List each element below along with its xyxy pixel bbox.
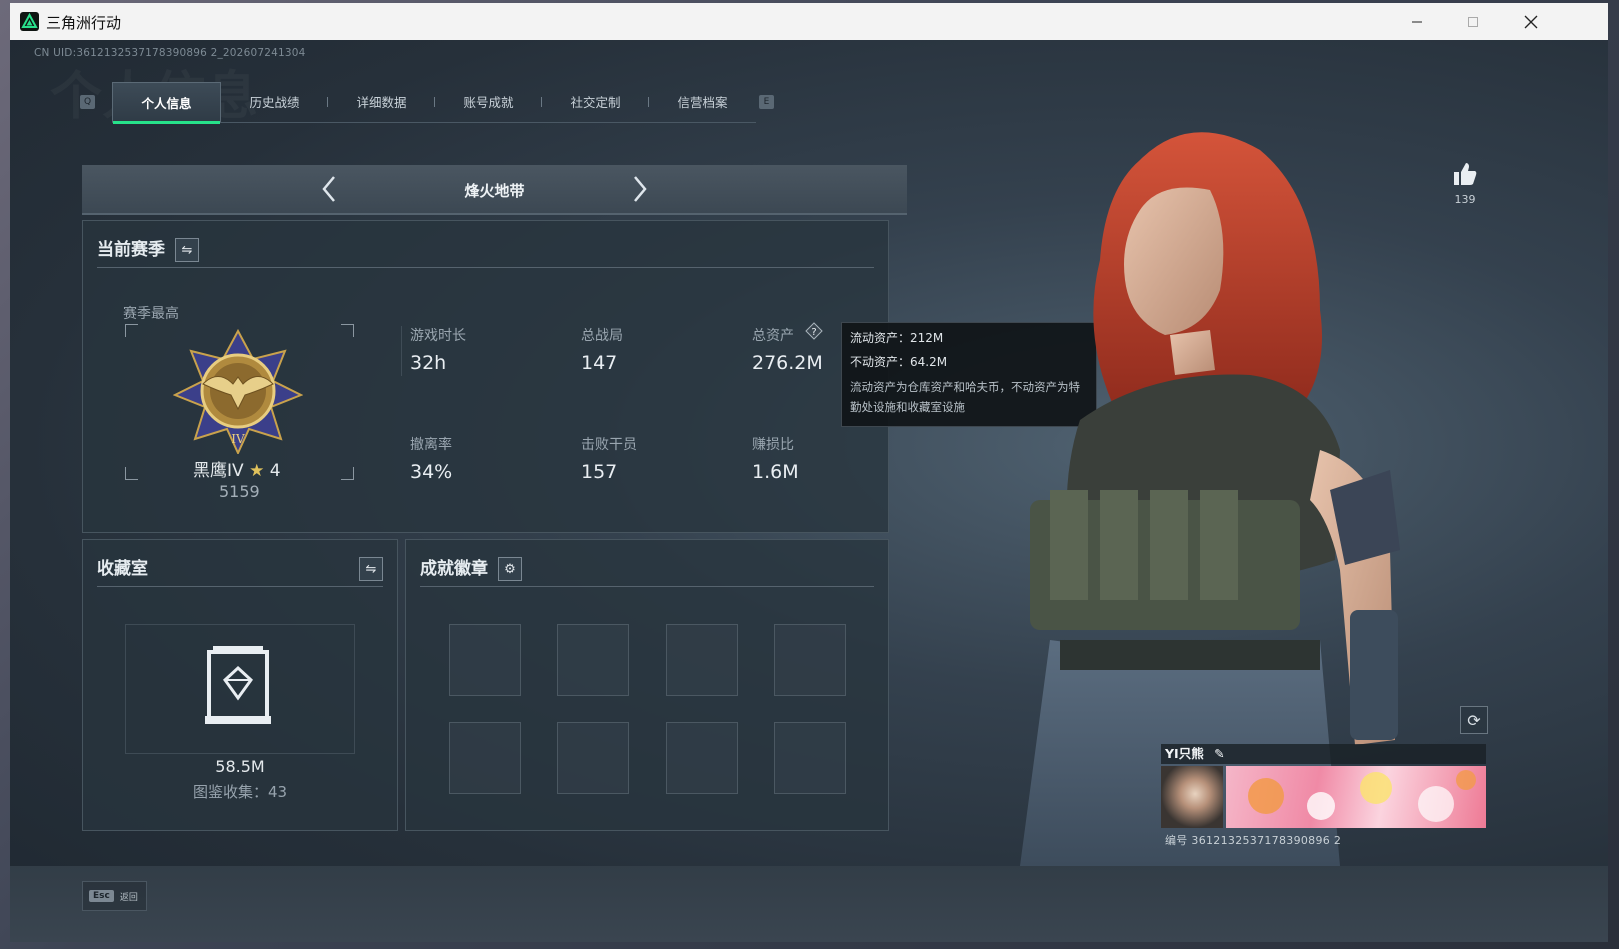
star-icon: ★ xyxy=(249,461,265,481)
tab-personal-info[interactable]: 个人信息 xyxy=(112,82,221,124)
stat-value-assets: 276.2M xyxy=(752,352,823,374)
next-mode-button[interactable] xyxy=(625,173,655,205)
tab-achievements[interactable]: 账号成就 xyxy=(435,82,542,121)
rank-emblem-icon: IV xyxy=(172,328,304,456)
tab-label: 个人信息 xyxy=(141,96,192,111)
badges-panel: 成就徽章 ⚙ xyxy=(405,539,889,831)
rotate-icon[interactable]: ⟳ xyxy=(1460,706,1488,734)
divider xyxy=(420,586,874,587)
close-button[interactable] xyxy=(1508,3,1554,40)
maximize-button[interactable] xyxy=(1450,3,1496,40)
mode-title: 烽火地带 xyxy=(464,182,525,200)
svg-text:IV: IV xyxy=(231,432,245,446)
badge-slot[interactable] xyxy=(449,624,521,696)
tab-label: 账号成就 xyxy=(463,95,514,110)
edit-icon[interactable]: ✎ xyxy=(1214,746,1224,761)
season-title: 当前赛季 xyxy=(97,240,165,260)
badge-slot[interactable] xyxy=(666,722,738,794)
tab-archive[interactable]: 信营档案 xyxy=(649,82,756,121)
profile-banner[interactable] xyxy=(1226,766,1486,828)
collection-count: 图鉴收集：43 xyxy=(192,783,288,801)
player-id: 编号 3612132537178390896 2 xyxy=(1165,834,1342,847)
stat-value-extract-rate: 34% xyxy=(410,461,453,483)
tooltip-fixed-assets: 不动资产：64.2M xyxy=(850,355,948,369)
tooltip-liquid-assets: 流动资产：212M xyxy=(850,331,944,345)
rank-score: 5159 xyxy=(219,482,260,501)
rank-stars: 4 xyxy=(269,461,281,481)
tab-bar: 个人信息 历史战绩 详细数据 账号成就 社交定制 信营档案 xyxy=(112,82,756,124)
collection-switch-button[interactable]: ⇋ xyxy=(359,557,383,581)
badges-settings-icon[interactable]: ⚙ xyxy=(498,557,522,581)
back-button[interactable]: Esc 返回 xyxy=(82,881,147,911)
stat-value-matches: 147 xyxy=(581,352,618,374)
frame-corner xyxy=(125,324,138,337)
uid-label: CN UID:3612132537178390896 2_20260724130… xyxy=(34,47,306,59)
mode-selector: 烽火地带 xyxy=(82,165,907,215)
badge-slot[interactable] xyxy=(557,624,629,696)
badge-slot[interactable] xyxy=(774,722,846,794)
stat-value-kills: 157 xyxy=(581,461,618,483)
prev-tab-key[interactable]: Q xyxy=(80,95,95,109)
player-name: YI只熊 xyxy=(1165,746,1204,761)
title-bar: 三角洲行动 xyxy=(10,3,1608,40)
stat-label-extract-rate: 撤离率 xyxy=(410,437,452,453)
season-panel: 当前赛季 ⇋ 赛季最高 IV 黑鹰IV ★ 4 5159 游戏时长 32h 总战… xyxy=(82,220,889,533)
like-button[interactable]: 139 xyxy=(1445,162,1485,206)
badge-slot[interactable] xyxy=(666,624,738,696)
tab-label: 信营档案 xyxy=(677,95,728,110)
collection-value: 58.5M xyxy=(215,757,265,776)
like-count: 139 xyxy=(1454,193,1476,206)
help-icon[interactable]: ? xyxy=(805,322,823,340)
stat-label-kills: 击败干员 xyxy=(581,437,637,453)
svg-text:?: ? xyxy=(811,327,816,338)
stat-value-profit-ratio: 1.6M xyxy=(752,461,799,483)
back-label: 返回 xyxy=(119,892,138,903)
minimize-button[interactable] xyxy=(1394,3,1440,40)
player-name-bar: YI只熊 ✎ xyxy=(1161,744,1486,764)
window-title: 三角洲行动 xyxy=(46,14,122,32)
rank-name-row: 黑鹰IV ★ 4 xyxy=(193,456,281,481)
stat-label-playtime: 游戏时长 xyxy=(410,328,466,344)
player-card: YI只熊 ✎ 编号 3612132537178390896 2 xyxy=(1161,744,1486,854)
avatar[interactable] xyxy=(1161,766,1223,828)
game-window: 三角洲行动 个人信息 CN UID:3612132537178390896 2_… xyxy=(10,3,1608,942)
badge-slot[interactable] xyxy=(557,722,629,794)
collection-panel: 收藏室 ⇋ 58.5M 图鉴收集：43 xyxy=(82,539,398,831)
frame-corner xyxy=(341,324,354,337)
season-switch-button[interactable]: ⇋ xyxy=(175,238,199,262)
rank-name: 黑鹰IV xyxy=(193,461,244,481)
stat-value-playtime: 32h xyxy=(410,352,447,374)
collection-title: 收藏室 xyxy=(97,559,148,579)
tab-history[interactable]: 历史战绩 xyxy=(221,82,328,121)
bottom-bar: Esc 返回 xyxy=(10,866,1608,942)
tab-social[interactable]: 社交定制 xyxy=(542,82,649,121)
badge-slot[interactable] xyxy=(774,624,846,696)
tab-label: 详细数据 xyxy=(356,95,407,110)
tab-label: 历史战绩 xyxy=(249,95,300,110)
main-content: 个人信息 CN UID:3612132537178390896 2_202607… xyxy=(10,40,1608,942)
tab-details[interactable]: 详细数据 xyxy=(328,82,435,121)
divider xyxy=(97,267,874,268)
badges-title: 成就徽章 xyxy=(420,559,488,579)
collection-cabinet-icon[interactable] xyxy=(205,646,271,730)
badge-slot[interactable] xyxy=(449,722,521,794)
next-tab-key[interactable]: E xyxy=(759,95,774,109)
stat-label-assets: 总资产 xyxy=(752,328,794,344)
divider xyxy=(97,586,383,587)
stat-label-profit-ratio: 赚损比 xyxy=(752,437,794,453)
frame-corner xyxy=(341,467,354,480)
season-best-label: 赛季最高 xyxy=(123,306,179,322)
stat-label-matches: 总战局 xyxy=(581,328,623,344)
thumbs-up-icon xyxy=(1454,163,1477,185)
tab-label: 社交定制 xyxy=(570,95,621,110)
frame-corner xyxy=(125,467,138,480)
esc-key: Esc xyxy=(89,890,114,902)
app-logo-icon xyxy=(20,12,39,31)
